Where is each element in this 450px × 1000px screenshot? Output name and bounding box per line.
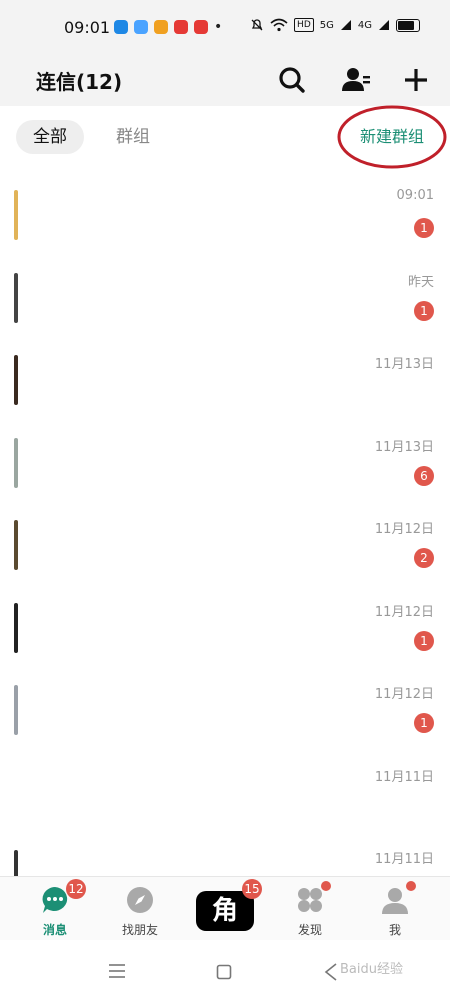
conversation-row[interactable]: 11月12日 1 (0, 671, 450, 754)
conversation-time: 11月11日 (374, 769, 434, 785)
app-notification-icon (134, 20, 148, 34)
conversation-time: 11月12日 (374, 687, 434, 702)
nav-messages[interactable]: 消息 12 (10, 877, 100, 941)
nav-label-messages: 消息 (42, 923, 67, 937)
watermark: Baidu经验 (340, 962, 403, 977)
discover-dot (321, 881, 331, 891)
unread-badge: 6 (414, 465, 434, 486)
contacts-icon[interactable] (340, 64, 372, 96)
more-dot-icon: • (214, 19, 223, 35)
wifi-icon (270, 18, 288, 32)
unread-badge: 1 (414, 713, 434, 733)
back-icon[interactable] (324, 963, 338, 981)
me-dot (406, 881, 416, 891)
conversation-list: 09:01 1 昨天 1 11月13日 11月13日 6 11月12日 2 11月12日 1 11月1… (0, 176, 450, 919)
app-notification-icon (174, 20, 188, 34)
signal-icon (340, 20, 351, 30)
unread-badge: 1 (414, 630, 434, 651)
annotation-circle (337, 105, 447, 169)
menu-icon[interactable] (108, 964, 126, 978)
avatar (14, 272, 18, 323)
profile-icon (382, 888, 408, 914)
avatar (14, 685, 18, 735)
conversation-time: 昨天 (407, 274, 434, 290)
avatar (14, 767, 18, 818)
unread-badge: 1 (414, 300, 434, 321)
status-app-icons: • (114, 20, 222, 34)
conversation-time: 09:01 (396, 188, 434, 203)
center-badge: 15 (242, 879, 262, 899)
status-bar: 09:01 • HD 5G 4G (0, 0, 450, 56)
tab-groups[interactable]: 群组 (116, 120, 150, 154)
bottom-nav: 消息 12 找朋友 角 15 发现 我 (0, 876, 450, 941)
conversation-time: 11月13日 (374, 439, 434, 455)
nav-label-find-friends: 找朋友 (121, 923, 158, 937)
page-title: 连信(12) (36, 70, 123, 94)
conversation-time: 11月12日 (374, 604, 434, 620)
nav-label-discover: 发现 (297, 923, 322, 937)
app-notification-icon (194, 20, 208, 34)
conversation-row[interactable]: 11月12日 2 (0, 506, 450, 589)
search-icon[interactable] (276, 64, 308, 96)
avatar (14, 520, 18, 570)
compass-icon (127, 887, 153, 913)
avatar (14, 355, 18, 405)
discover-icon (298, 888, 322, 912)
weibo-icon (154, 20, 168, 34)
conversation-time: 11月13日 (374, 357, 434, 372)
conversation-time: 11月12日 (374, 522, 434, 537)
app-notification-icon (114, 20, 128, 34)
unread-badge: 1 (414, 218, 434, 238)
add-icon[interactable] (400, 64, 432, 96)
tab-all[interactable]: 全部 (16, 120, 84, 154)
conversation-time: 11月11日 (374, 852, 434, 867)
nav-label-me: 我 (388, 923, 401, 937)
nav-discover[interactable]: 发现 (265, 877, 355, 941)
avatar (14, 437, 18, 488)
nav-find-friends[interactable]: 找朋友 (95, 877, 185, 941)
conversation-row[interactable]: 昨天 1 (0, 259, 450, 342)
conversation-row[interactable]: 11月13日 (0, 341, 450, 424)
conversation-row[interactable]: 11月11日 (0, 754, 450, 837)
home-icon[interactable] (216, 964, 232, 980)
nav-me[interactable]: 我 (350, 877, 440, 941)
unread-badge: 2 (414, 548, 434, 568)
signal-icon (379, 20, 389, 30)
status-indicators: HD 5G 4G (250, 18, 420, 32)
4g-indicator: 4G (357, 19, 372, 31)
status-time: 09:01 (64, 18, 111, 37)
5g-indicator: 5G (319, 19, 334, 31)
app-header: 连信(12) (0, 56, 450, 106)
avatar (14, 190, 18, 240)
conversation-row[interactable]: 11月13日 6 (0, 424, 450, 507)
conversation-row[interactable]: 11月12日 1 (0, 589, 450, 672)
hd-indicator: HD (294, 18, 314, 32)
avatar (14, 602, 18, 653)
messages-badge: 12 (66, 879, 86, 899)
mute-icon (251, 19, 263, 31)
conversation-row[interactable]: 09:01 1 (0, 176, 450, 259)
battery-icon (396, 18, 420, 32)
